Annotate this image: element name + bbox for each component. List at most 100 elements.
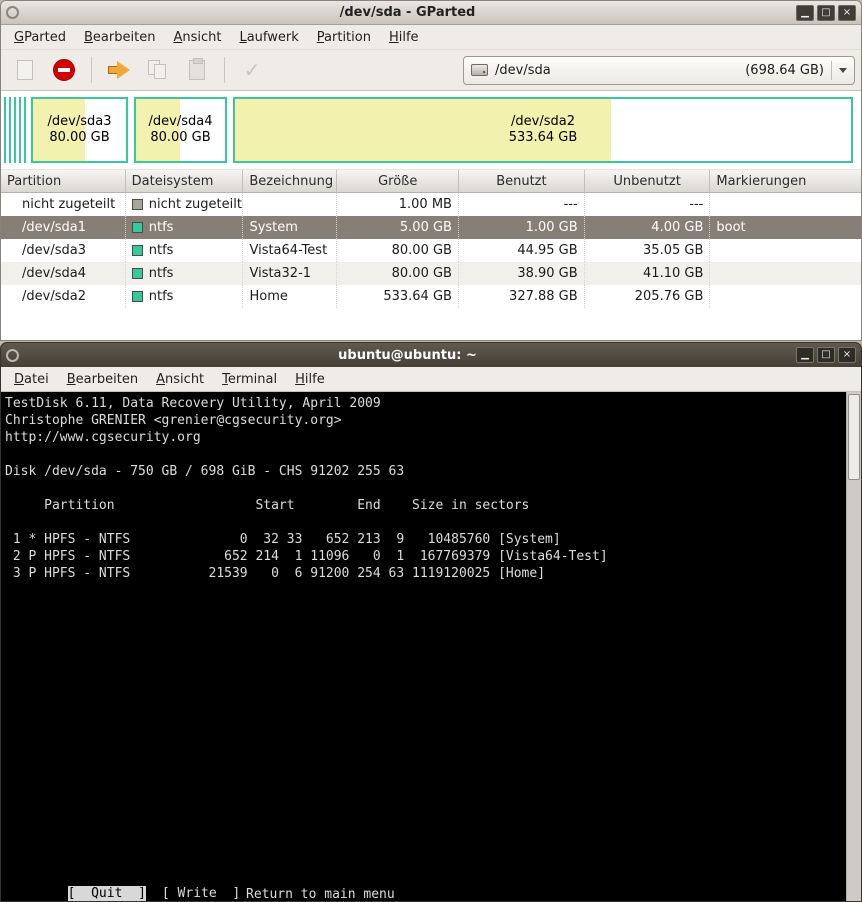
cell-flags bbox=[710, 262, 861, 285]
menu-ansicht[interactable]: Ansicht bbox=[147, 369, 213, 390]
terminal-line: http://www.cgsecurity.org bbox=[5, 430, 201, 445]
partition-box-name: /dev/sda2 bbox=[511, 114, 575, 129]
resize-arrow-icon bbox=[108, 61, 130, 79]
menu-terminal[interactable]: Terminal bbox=[213, 369, 286, 390]
cell-partition: /dev/sda2 bbox=[1, 285, 126, 308]
small-partitions-stripe[interactable] bbox=[4, 97, 28, 163]
fs-color-swatch bbox=[131, 291, 143, 302]
menu-bearbeiten[interactable]: Bearbeiten bbox=[75, 27, 164, 48]
menu-laufwerk[interactable]: Laufwerk bbox=[230, 27, 307, 48]
menu-partition[interactable]: Partition bbox=[308, 27, 380, 48]
apply-check-icon: ✓ bbox=[243, 58, 261, 82]
copy-icon bbox=[148, 60, 168, 80]
window-menu-icon[interactable] bbox=[6, 6, 19, 19]
menu-hilfe[interactable]: Hilfe bbox=[286, 369, 334, 390]
cell-size: 80.00 GB bbox=[337, 262, 459, 285]
table-row[interactable]: /dev/sda4 ntfs Vista32-1 80.00 GB 38.90 … bbox=[1, 262, 861, 285]
toolbar-separator bbox=[224, 57, 225, 83]
toolbar-separator bbox=[91, 57, 92, 83]
column-header-groesse: Größe bbox=[337, 170, 460, 193]
terminal-line: 3 P HPFS - NTFS 21539 0 6 91200 254 63 1… bbox=[5, 566, 546, 581]
cell-used: 44.95 GB bbox=[459, 239, 585, 262]
copy-button[interactable] bbox=[140, 53, 176, 87]
cell-used: 1.00 GB bbox=[459, 216, 585, 239]
cell-partition: /dev/sda4 bbox=[1, 262, 126, 285]
cell-filesystem: ntfs bbox=[148, 289, 174, 304]
table-row-selected[interactable]: /dev/sda1 ntfs System 5.00 GB 1.00 GB 4.… bbox=[1, 216, 861, 239]
terminal-line: 1 * HPFS - NTFS 0 32 33 652 213 9 104857… bbox=[5, 532, 561, 547]
table-row[interactable]: nicht zugeteilt nicht zugeteilt 1.00 MB … bbox=[1, 193, 861, 216]
scrollbar-thumb[interactable] bbox=[848, 394, 860, 480]
menu-bearbeiten[interactable]: Bearbeiten bbox=[58, 369, 147, 390]
terminal-titlebar[interactable]: ubuntu@ubuntu: ~ ▁ □ × bbox=[1, 343, 861, 367]
terminal-line: Christophe GRENIER <grenier@cgsecurity.o… bbox=[5, 413, 342, 428]
fs-color-swatch bbox=[131, 199, 143, 210]
delete-partition-button[interactable] bbox=[46, 53, 82, 87]
terminal-menubar: Datei Bearbeiten Ansicht Terminal Hilfe bbox=[1, 367, 861, 392]
device-selector[interactable]: /dev/sda (698.64 GB) bbox=[463, 55, 855, 85]
terminal-screen[interactable]: TestDisk 6.11, Data Recovery Utility, Ap… bbox=[1, 392, 861, 901]
menu-hilfe[interactable]: Hilfe bbox=[380, 27, 428, 48]
cell-filesystem: ntfs bbox=[148, 266, 174, 281]
partition-box-size: 80.00 GB bbox=[150, 130, 211, 145]
maximize-button[interactable]: □ bbox=[817, 4, 835, 21]
cell-label: Home bbox=[243, 285, 338, 308]
terminal-scrollbar[interactable] bbox=[846, 392, 861, 901]
write-button[interactable]: [ Write ] bbox=[162, 886, 240, 901]
new-partition-button[interactable] bbox=[7, 53, 43, 87]
cell-used: 327.88 GB bbox=[459, 285, 585, 308]
table-row[interactable]: /dev/sda2 ntfs Home 533.64 GB 327.88 GB … bbox=[1, 285, 861, 308]
cell-partition: nicht zugeteilt bbox=[1, 193, 126, 216]
delete-icon bbox=[53, 59, 75, 81]
column-header-unbenutzt: Unbenutzt bbox=[584, 170, 711, 193]
cell-flags: boot bbox=[716, 220, 746, 235]
paste-button[interactable] bbox=[179, 53, 215, 87]
testdisk-menu: [ Quit ] [ Write ] bbox=[5, 868, 240, 901]
close-button[interactable]: × bbox=[838, 4, 856, 21]
cell-partition: /dev/sda1 bbox=[1, 216, 126, 239]
fs-color-swatch bbox=[131, 268, 143, 279]
table-row[interactable]: /dev/sda3 ntfs Vista64-Test 80.00 GB 44.… bbox=[1, 239, 861, 262]
cell-unused: 35.05 GB bbox=[585, 239, 711, 262]
chevron-down-icon bbox=[839, 67, 847, 73]
cell-unused: 4.00 GB bbox=[585, 216, 711, 239]
close-button[interactable]: × bbox=[838, 347, 856, 363]
fs-color-swatch bbox=[131, 245, 143, 256]
window-menu-icon[interactable] bbox=[6, 348, 19, 362]
cell-filesystem: ntfs bbox=[148, 220, 174, 235]
cell-label bbox=[243, 193, 338, 216]
paste-icon bbox=[189, 58, 205, 80]
device-size: (698.64 GB) bbox=[745, 62, 824, 78]
partition-box-sda3[interactable]: /dev/sda3 80.00 GB bbox=[31, 97, 128, 163]
testdisk-hint: Return to main menu bbox=[246, 887, 395, 902]
cell-size: 5.00 GB bbox=[337, 216, 459, 239]
resize-move-button[interactable] bbox=[101, 53, 137, 87]
combo-separator bbox=[831, 60, 832, 80]
cell-unused: --- bbox=[585, 193, 711, 216]
minimize-button[interactable]: ▁ bbox=[796, 4, 814, 21]
cell-partition: /dev/sda3 bbox=[1, 239, 126, 262]
cell-used: --- bbox=[459, 193, 585, 216]
apply-button[interactable]: ✓ bbox=[234, 53, 270, 87]
column-header-markierungen: Markierungen bbox=[710, 170, 861, 193]
gparted-titlebar[interactable]: /dev/sda - GParted ▁ □ × bbox=[1, 1, 861, 25]
partition-table: Partition Dateisystem Bezeichnung Größe … bbox=[1, 170, 861, 308]
menu-datei[interactable]: Datei bbox=[5, 369, 58, 390]
menu-gparted[interactable]: GParted bbox=[5, 27, 75, 48]
maximize-button[interactable]: □ bbox=[817, 347, 835, 363]
cell-unused: 205.76 GB bbox=[585, 285, 711, 308]
partition-box-sda4[interactable]: /dev/sda4 80.00 GB bbox=[134, 97, 227, 163]
table-header-row: Partition Dateisystem Bezeichnung Größe … bbox=[1, 170, 861, 193]
cell-label: System bbox=[243, 216, 338, 239]
minimize-button[interactable]: ▁ bbox=[796, 347, 814, 363]
drive-icon bbox=[471, 64, 488, 76]
cell-size: 533.64 GB bbox=[337, 285, 459, 308]
partition-box-name: /dev/sda3 bbox=[47, 114, 112, 129]
terminal-window: ubuntu@ubuntu: ~ ▁ □ × Datei Bearbeiten … bbox=[0, 342, 862, 902]
partition-box-sda2[interactable]: /dev/sda2 533.64 GB bbox=[233, 97, 853, 163]
menu-ansicht[interactable]: Ansicht bbox=[164, 27, 230, 48]
quit-button[interactable]: [ Quit ] bbox=[67, 886, 146, 901]
